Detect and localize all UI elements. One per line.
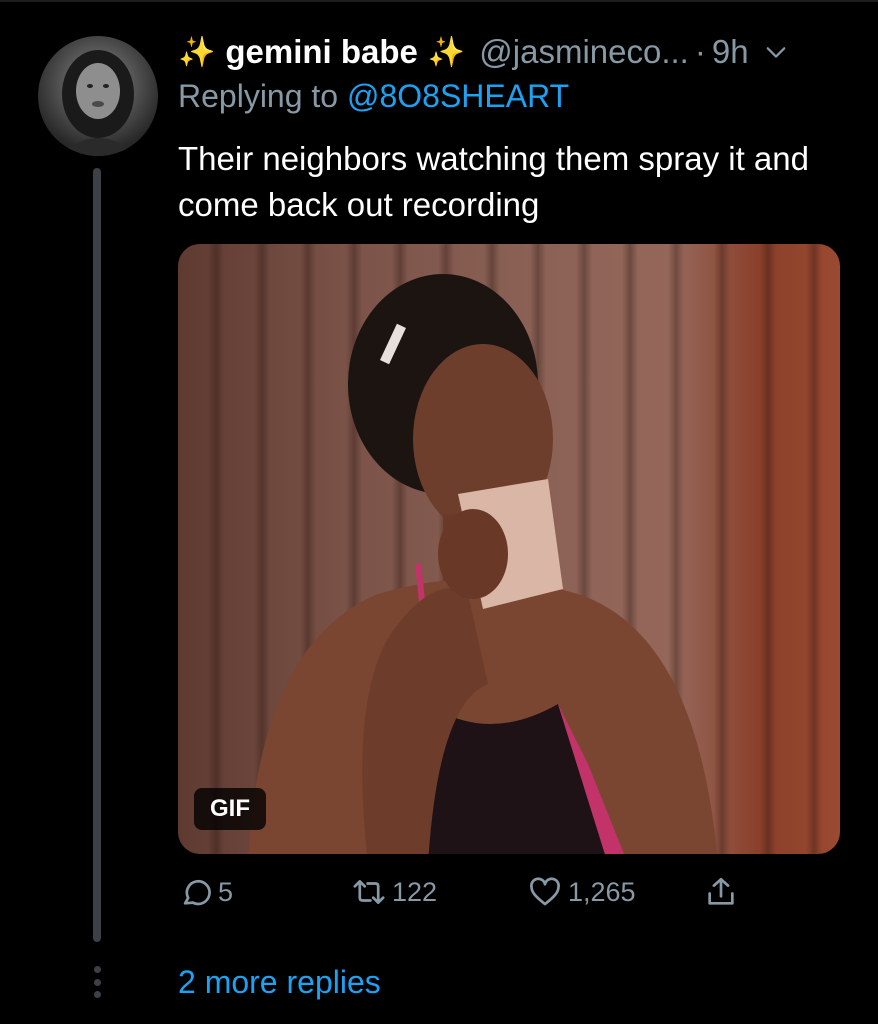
tweet-media-gif[interactable] xyxy=(178,244,840,854)
sparkle-emoji-left: ✨ xyxy=(178,35,216,69)
sparkle-emoji-right: ✨ xyxy=(427,35,466,69)
replying-mention[interactable]: @8O8SHEART xyxy=(347,78,569,114)
retweet-count: 122 xyxy=(392,876,438,907)
user-handle[interactable]: @jasmineco... xyxy=(479,33,689,71)
replying-to: Replying to @8O8SHEART xyxy=(178,78,569,115)
top-divider xyxy=(0,0,878,2)
retweet-action[interactable]: 122 xyxy=(352,870,437,914)
tweet-header: ✨ gemini babe ✨ @jasmineco... · 9h xyxy=(178,28,848,76)
like-count: 1,265 xyxy=(568,876,636,907)
share-icon xyxy=(708,877,734,905)
tweet-text: Their neighbors watching them spray it a… xyxy=(178,140,809,223)
reply-action[interactable]: 5 xyxy=(178,870,233,914)
thread-line xyxy=(93,168,101,942)
like-action[interactable]: 1,265 xyxy=(528,870,636,914)
timestamp[interactable]: 9h xyxy=(712,33,749,71)
share-action[interactable] xyxy=(704,870,738,914)
replying-prefix: Replying to xyxy=(178,78,347,114)
like-icon xyxy=(530,877,560,906)
reply-icon xyxy=(183,879,211,906)
chevron-down-icon[interactable] xyxy=(765,41,787,63)
gif-badge: GIF xyxy=(194,788,266,830)
avatar[interactable] xyxy=(38,36,158,156)
avatar-portrait xyxy=(58,50,138,156)
reply-count: 5 xyxy=(218,876,234,907)
more-dots-icon xyxy=(92,966,102,998)
gif-frame-image xyxy=(248,274,717,854)
display-name[interactable]: gemini babe xyxy=(225,33,418,71)
retweet-icon xyxy=(353,880,385,904)
header-separator: · xyxy=(694,33,706,70)
more-replies-link[interactable]: 2 more replies xyxy=(178,964,381,1001)
